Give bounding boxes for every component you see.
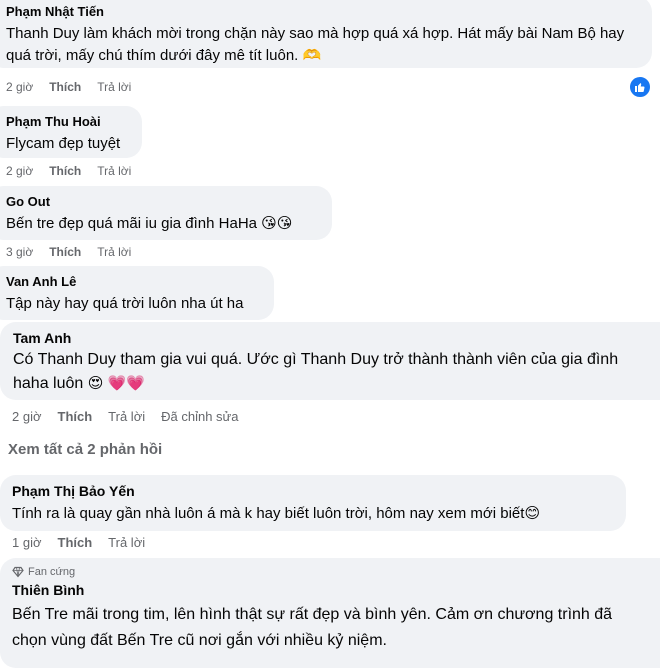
comment-body-line: Bến Tre mãi trong tim, lên hình thật sự … [12, 606, 613, 623]
reply-button[interactable]: Trả lời [108, 535, 145, 550]
heart-hands-emoji: 🫶 [302, 47, 322, 64]
comment-actions: 2 giờ Thích Trả lời Đã chỉnh sửa [12, 409, 254, 424]
comment-text: Có Thanh Duy tham gia vui quá. Ước gì Th… [13, 348, 648, 396]
reply-button[interactable]: Trả lời [108, 409, 145, 424]
reply-button[interactable]: Trả lời [97, 245, 131, 259]
like-thumb-icon [635, 83, 645, 93]
comment-text: Tập này hay quá trời luôn nha út ha [6, 295, 244, 312]
comment-text: Bến Tre mãi trong tim, lên hình thật sự … [12, 602, 648, 654]
comment-body-line: chọn vùng đất Bến Tre cũ nơi gắn với nhi… [12, 632, 387, 649]
kiss-emoji: 😘😘 [261, 215, 293, 232]
smile-emoji: 😊 [524, 505, 541, 522]
comment-time[interactable]: 2 giờ [6, 80, 33, 94]
reply-button[interactable]: Trả lời [97, 80, 131, 94]
comment-author[interactable]: Thiên Bình [12, 582, 648, 598]
comment-bubble: Phạm Thu Hoài Flycam đẹp tuyệt [0, 106, 142, 158]
comment-author[interactable]: Van Anh Lê [6, 274, 262, 289]
comment-author[interactable]: Tam Anh [13, 330, 648, 346]
comment-time[interactable]: 3 giờ [6, 245, 33, 259]
like-button[interactable]: Thích [49, 245, 81, 259]
comment-actions: 1 giờ Thích Trả lời [12, 535, 161, 550]
comment-actions: 3 giờ Thích Trả lời [6, 245, 147, 259]
comment-actions: 2 giờ Thích Trả lời [6, 80, 147, 94]
comment-body-line: Có Thanh Duy tham gia vui quá. Ước gì Th… [13, 351, 619, 368]
fan-badge-label: Fan cứng [28, 566, 76, 578]
like-button[interactable]: Thích [58, 409, 93, 424]
reply-button[interactable]: Trả lời [97, 164, 131, 178]
like-button[interactable]: Thích [49, 80, 81, 94]
comment-bubble: Phạm Nhật Tiến Thanh Duy làm khách mời t… [0, 0, 652, 68]
comment-time[interactable]: 2 giờ [6, 164, 33, 178]
comment-body-line: haha luôn 😍 💗💗 [13, 372, 648, 396]
comment-bubble: Go Out Bến tre đẹp quá mãi iu gia đình H… [0, 186, 332, 240]
diamond-icon [12, 566, 24, 578]
comment-body-tail: haha luôn [13, 375, 84, 392]
like-reaction-icon[interactable] [628, 75, 652, 99]
fan-badge: Fan cứng [12, 566, 648, 578]
comment-author[interactable]: Go Out [6, 194, 320, 209]
comment-bubble: Phạm Thị Bảo Yến Tính ra là quay gần nhà… [0, 475, 626, 531]
comment-author[interactable]: Phạm Nhật Tiến [6, 4, 640, 19]
comment-actions: 2 giờ Thích Trả lời [6, 164, 147, 178]
see-all-replies-link[interactable]: Xem tất cả 2 phản hồi [8, 441, 162, 458]
comment-bubble: Tam Anh Có Thanh Duy tham gia vui quá. Ư… [0, 322, 660, 400]
comment-body: Bến tre đẹp quá mãi iu gia đình HaHa [6, 215, 257, 232]
edited-label: Đã chỉnh sửa [161, 409, 239, 424]
comment-text: Bến tre đẹp quá mãi iu gia đình HaHa 😘😘 [6, 213, 320, 235]
comment-bubble: Van Anh Lê Tập này hay quá trời luôn nha… [0, 266, 274, 320]
comment-time[interactable]: 2 giờ [12, 409, 42, 424]
comment-text: Tính ra là quay gần nhà luôn á mà k hay … [12, 503, 614, 525]
comment-time[interactable]: 1 giờ [12, 535, 42, 550]
comment-author[interactable]: Phạm Thị Bảo Yến [12, 483, 614, 499]
like-button[interactable]: Thích [49, 164, 81, 178]
comment-text: Flycam đẹp tuyệt [6, 135, 121, 152]
comment-author[interactable]: Phạm Thu Hoài [6, 114, 130, 129]
comment-body: Tính ra là quay gần nhà luôn á mà k hay … [12, 505, 525, 522]
comment-text: Thanh Duy làm khách mời trong chặn này s… [6, 23, 640, 67]
like-button[interactable]: Thích [58, 535, 93, 550]
heart-eyes-emoji: 😍 💗💗 [87, 375, 145, 392]
comment-bubble: Fan cứng Thiên Bình Bến Tre mãi trong ti… [0, 558, 660, 668]
